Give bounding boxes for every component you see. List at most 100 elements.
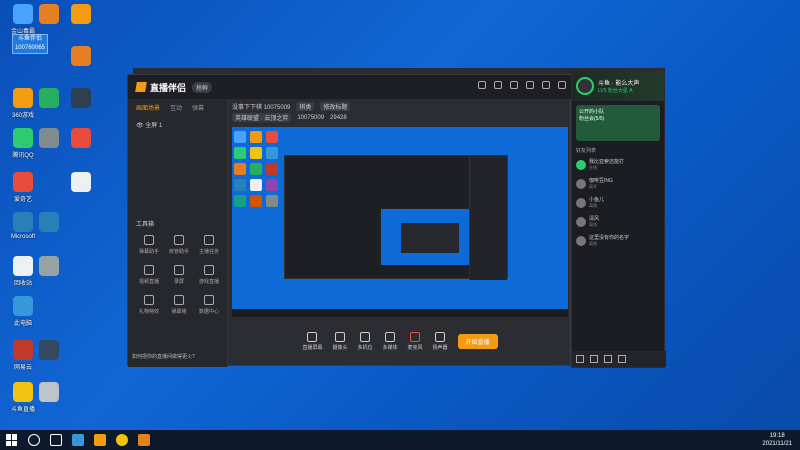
- app-icon: [13, 128, 33, 148]
- maximize-icon[interactable]: [542, 81, 550, 89]
- app-icon: [39, 382, 59, 402]
- window-controls: [478, 81, 566, 89]
- chat-icon[interactable]: [576, 355, 584, 363]
- task-icon: [204, 235, 214, 245]
- multicam-icon: [359, 331, 370, 342]
- edit-title-button[interactable]: 修改标题: [320, 102, 351, 111]
- app-icon: [39, 340, 59, 360]
- app-icon: [39, 128, 59, 148]
- streamer-window: 直播伴侣 抢鲜 画面场景 互动 弹幕 👁 全屏 1 工具箱 弹幕助手 房管助手 …: [127, 74, 572, 367]
- desktop-icon-3d[interactable]: [64, 128, 98, 148]
- task-view-icon[interactable]: [50, 434, 62, 446]
- desktop-icon-iqiyi[interactable]: 爱奇艺: [6, 172, 40, 203]
- settings-icon[interactable]: [478, 81, 486, 89]
- tab-interact[interactable]: 互动: [170, 103, 182, 112]
- tool-data[interactable]: 数据中心: [194, 295, 224, 315]
- multicam-button[interactable]: 多机位: [357, 331, 372, 351]
- desktop-icon-2f[interactable]: [32, 340, 66, 360]
- left-panel: 画面场景 互动 弹幕 👁 全屏 1 工具箱 弹幕助手 房管助手 主播任务 视频直…: [128, 99, 228, 367]
- edge-icon[interactable]: [72, 434, 84, 446]
- avatar[interactable]: [576, 77, 594, 95]
- computer-icon: [13, 296, 33, 316]
- group-sub: 粉丝会(5/5): [579, 116, 605, 122]
- category-tag[interactable]: 英雄联盟 · 云顶之弈: [232, 113, 292, 122]
- app-icon: [13, 382, 33, 402]
- data-icon: [204, 295, 214, 305]
- app-icon: [13, 172, 33, 192]
- desktop-icon-2b[interactable]: [32, 88, 66, 108]
- tool-gift[interactable]: 礼物特效: [134, 295, 164, 315]
- desktop-icon-3e[interactable]: [64, 172, 98, 192]
- app-icon: [71, 88, 91, 108]
- search-icon[interactable]: [28, 434, 40, 446]
- app-icon: [13, 212, 33, 232]
- chat-icon: [144, 235, 154, 245]
- desktop-icon-2e[interactable]: [32, 256, 66, 276]
- speaker-button[interactable]: 扬声器: [433, 331, 448, 351]
- tool-wall[interactable]: 弹幕墙: [164, 295, 194, 315]
- go-live-button[interactable]: 开始直播: [457, 333, 498, 349]
- nested-sidebar: [469, 156, 507, 280]
- room-id-badge: 斗鱼伴侣 100760065: [12, 34, 48, 54]
- eye-icon[interactable]: 👁: [136, 123, 145, 129]
- tool-game[interactable]: 游戏直播: [194, 265, 224, 285]
- tab-scene[interactable]: 画面场景: [136, 103, 160, 112]
- desktop-icon-thispc[interactable]: 此电脑: [6, 296, 40, 327]
- desktop-icon-2d[interactable]: [32, 212, 66, 232]
- friend-list: 好友列表 我比亚索还能打 在线 咖啡豆ING 离开 小鱼儿 离线 清风 离线 这里没有你…: [572, 145, 664, 255]
- list-item[interactable]: 小鱼儿 离线: [576, 196, 660, 209]
- close-icon[interactable]: [558, 81, 566, 89]
- clock[interactable]: 19:18 2021/11/21: [762, 432, 792, 448]
- avatar: [576, 216, 586, 227]
- fan-group-card[interactable]: 公开的小队 粉丝会(5/5): [576, 105, 660, 141]
- nested-inner: [401, 223, 459, 253]
- media-button[interactable]: 多媒体: [382, 331, 398, 351]
- tip-text[interactable]: 如何把你的直播间做得更火?: [132, 353, 195, 360]
- media-icon: [384, 331, 395, 342]
- scene-tabs: 画面场景 互动 弹幕: [128, 99, 227, 116]
- scene-item[interactable]: 👁 全屏 1: [128, 116, 227, 133]
- room-info: 没事下下棋 10075009 棋类 修改标题 英雄联盟 · 云顶之弈 10075009…: [232, 101, 568, 123]
- fan-panel: 斗鱼 · 能么大声 LV5 粉丝大星 A 公开的小队 粉丝会(5/5) 好友列表 …: [571, 70, 666, 368]
- desktop-icon-2g[interactable]: [32, 382, 66, 402]
- skin-icon[interactable]: [494, 81, 502, 89]
- douyu-app-icon[interactable]: [116, 434, 128, 446]
- tool-danmu[interactable]: 弹幕助手: [134, 235, 164, 255]
- app-icon[interactable]: [138, 434, 150, 446]
- settings-icon[interactable]: [618, 355, 626, 363]
- list-item[interactable]: 这里没有你的名字 离线: [576, 234, 660, 247]
- mic-icon: [410, 331, 420, 342]
- list-item[interactable]: 咖啡豆ING 离开: [576, 177, 660, 190]
- gift-icon[interactable]: [590, 355, 598, 363]
- list-item[interactable]: 我比亚索还能打 在线: [576, 158, 660, 171]
- desktop-icon-3c[interactable]: [64, 88, 98, 108]
- desktop-icon-2c[interactable]: [32, 128, 66, 148]
- screen-button[interactable]: 直播屏幕: [302, 331, 322, 351]
- tool-task[interactable]: 主播任务: [194, 235, 224, 255]
- avatar: [576, 235, 586, 246]
- streamer-app-icon[interactable]: [94, 434, 106, 446]
- tool-video[interactable]: 视频直播: [134, 265, 164, 285]
- desktop-icon-3b[interactable]: [64, 46, 98, 66]
- stream-preview[interactable]: [232, 127, 568, 317]
- tool-record[interactable]: 录屏: [164, 265, 194, 285]
- fan-footer: [572, 351, 666, 367]
- nested-preview: [380, 208, 478, 266]
- desktop-icon-3a[interactable]: [64, 4, 98, 24]
- group-title: 公开的小队: [579, 109, 605, 115]
- desktop-icon-2a[interactable]: [32, 4, 66, 24]
- fan-header: 斗鱼 · 能么大声 LV5 粉丝大星 A: [572, 71, 664, 101]
- mic-icon[interactable]: [604, 355, 612, 363]
- menu-icon[interactable]: [510, 81, 518, 89]
- control-bar: 直播屏幕 摄像头 多机位 多媒体 麦克风 扬声器 开始直播: [232, 321, 568, 361]
- speaker-icon: [435, 331, 446, 342]
- preview-taskbar: [232, 309, 568, 317]
- tab-danmu[interactable]: 弹幕: [192, 103, 204, 112]
- list-item[interactable]: 清风 离线: [576, 215, 660, 228]
- tool-admin[interactable]: 房管助手: [164, 235, 194, 255]
- start-button[interactable]: [6, 434, 18, 446]
- mic-button[interactable]: 麦克风: [408, 331, 423, 351]
- minimize-icon[interactable]: [526, 81, 534, 89]
- app-icon: [39, 4, 59, 24]
- camera-button[interactable]: 摄像头: [332, 331, 347, 351]
